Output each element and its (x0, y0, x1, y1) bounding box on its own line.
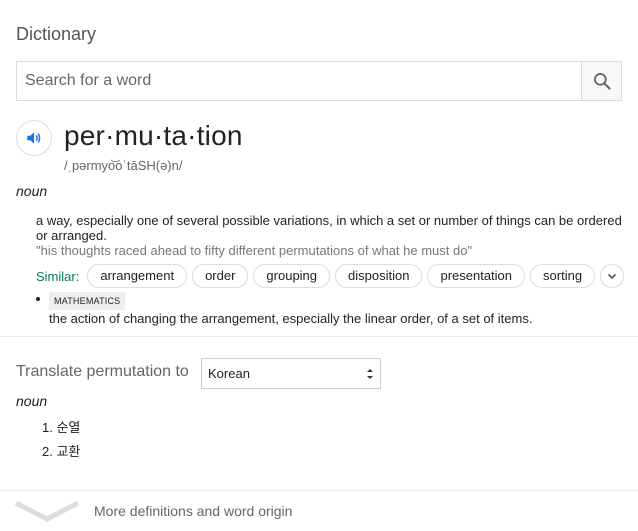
list-bullet (36, 297, 40, 301)
translation-list: 1. 순열 2. 교환 (42, 419, 80, 467)
similar-chip[interactable]: grouping (253, 264, 331, 288)
similar-chip[interactable]: disposition (335, 264, 423, 288)
definition-1-example: "his thoughts raced ahead to fifty diffe… (36, 243, 473, 258)
language-select[interactable]: Korean (201, 358, 381, 389)
similar-chip[interactable]: sorting (530, 264, 596, 288)
similar-words: Similar: arrangement order grouping disp… (36, 264, 625, 288)
search-input[interactable] (17, 62, 582, 100)
dictionary-title: Dictionary (16, 24, 97, 44)
more-similar-button[interactable] (600, 264, 625, 288)
translation-text: 순열 (56, 420, 81, 435)
similar-chip[interactable]: order (192, 264, 249, 288)
definition-1: a way, especially one of several possibl… (36, 213, 622, 243)
select-arrows-icon (367, 369, 373, 379)
speaker-icon (27, 132, 41, 144)
chevron-down-icon[interactable] (14, 499, 80, 523)
translation-part-of-speech: noun (16, 393, 48, 409)
pronunciation-audio-button[interactable] (16, 120, 52, 156)
similar-label: Similar: (36, 268, 80, 284)
similar-chip[interactable]: arrangement (87, 264, 188, 288)
part-of-speech: noun (16, 183, 48, 199)
search-icon (593, 73, 611, 90)
list-number: 2. (42, 444, 53, 459)
more-definitions-link[interactable]: More definitions and word origin (94, 503, 292, 519)
domain-tag: MATHEMATICS (49, 292, 126, 310)
similar-chip[interactable]: presentation (427, 264, 526, 288)
chevron-down-icon (607, 273, 617, 280)
list-item: 1. 순열 (42, 419, 80, 443)
translate-label: Translate permutation to (16, 363, 189, 380)
list-item: 2. 교환 (42, 443, 80, 467)
search-button[interactable] (581, 62, 621, 100)
list-number: 1. (42, 420, 53, 435)
phonetic-spelling: /ˌpərmyo͝oˈtāSH(ə)n/ (64, 158, 183, 173)
headword: per·mu·ta·tion (64, 120, 243, 151)
definition-2: the action of changing the arrangement, … (49, 311, 533, 326)
search-box (16, 61, 622, 101)
translation-text: 교환 (56, 444, 81, 459)
selected-language: Korean (208, 366, 250, 381)
divider (0, 490, 638, 491)
divider (0, 336, 638, 337)
